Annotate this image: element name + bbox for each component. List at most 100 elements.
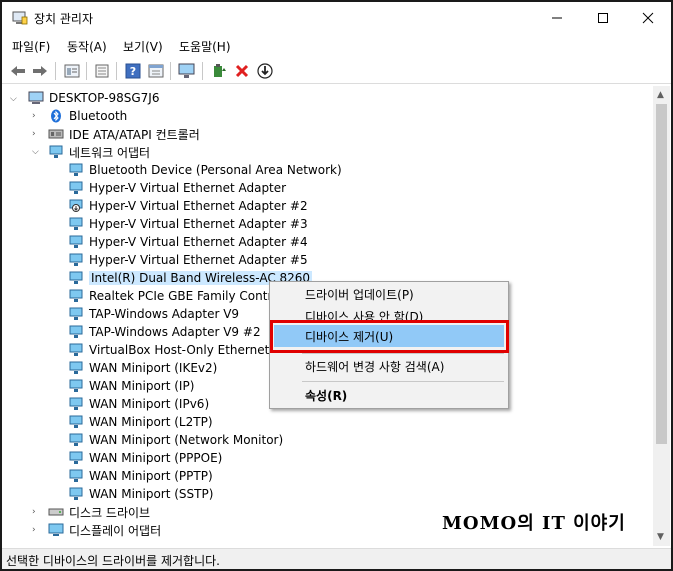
tree-item-adapter[interactable]: WAN Miniport (IPv6) (68, 395, 209, 413)
svg-text:?: ? (130, 65, 136, 78)
tree-item-adapter[interactable]: Bluetooth Device (Personal Area Network) (68, 161, 342, 179)
tree-item-adapter[interactable]: WAN Miniport (SSTP) (68, 485, 213, 503)
network-adapter-icon (69, 343, 83, 356)
menu-item-update-driver[interactable]: 드라이버 업데이트(P) (274, 283, 504, 305)
maximize-button[interactable] (580, 2, 626, 34)
minimize-icon (552, 17, 562, 19)
close-button[interactable] (625, 2, 671, 34)
tree-category-disk-drives[interactable]: 디스크 드라이브 (48, 503, 150, 521)
details-button[interactable] (92, 61, 112, 81)
menu-view[interactable]: 보기(V) (123, 38, 163, 55)
network-adapter-icon (69, 325, 83, 338)
bluetooth-icon (51, 109, 61, 123)
title-bar[interactable]: 장치 관리자 (2, 2, 671, 34)
toolbar-separator (86, 62, 87, 80)
tree-item-adapter[interactable]: VirtualBox Host-Only Ethernet Ad (68, 341, 289, 359)
tree-item-adapter[interactable]: Hyper-V Virtual Ethernet Adapter #5 (68, 251, 308, 269)
toolbar: ? (2, 58, 671, 84)
tree-item-adapter[interactable]: Hyper-V Virtual Ethernet Adapter #3 (68, 215, 308, 233)
menu-action[interactable]: 동작(A) (67, 38, 107, 55)
monitor-icon (178, 63, 195, 78)
tree-root[interactable]: DESKTOP-98SG7J6 (28, 89, 159, 107)
menu-item-properties[interactable]: 속성(R) (274, 384, 504, 406)
view-button[interactable] (146, 61, 166, 81)
network-adapter-icon (69, 181, 83, 194)
tree-item-adapter[interactable]: Hyper-V Virtual Ethernet Adapter #2 (68, 197, 308, 215)
window-title: 장치 관리자 (34, 12, 94, 26)
view-icon (148, 64, 164, 78)
network-adapter-icon (69, 163, 83, 176)
menu-separator (302, 381, 504, 382)
computer-icon (28, 91, 44, 104)
details-icon (95, 64, 109, 78)
network-adapter-icon (69, 433, 83, 446)
uninstall-icon (235, 64, 249, 78)
download-icon (257, 63, 273, 79)
update-driver-icon (214, 64, 226, 77)
device-manager-window: 장치 관리자 파일(F) 동작(A) 보기(V) 도움말(H) ? ⌵ DESK… (0, 0, 673, 571)
tree-item-adapter[interactable]: Hyper-V Virtual Ethernet Adapter (68, 179, 286, 197)
tree-item-adapter[interactable]: WAN Miniport (PPTP) (68, 467, 213, 485)
status-text: 선택한 디바이스의 드라이버를 제거합니다. (6, 554, 220, 568)
tree-category-ide[interactable]: IDE ATA/ATAPI 컨트롤러 (48, 125, 200, 143)
network-adapter-icon (69, 469, 83, 482)
network-adapter-icon (69, 307, 83, 320)
network-adapter-icon (69, 271, 83, 284)
display-adapter-icon (48, 523, 64, 536)
scroll-down-icon[interactable]: ▼ (657, 532, 664, 542)
tree-category-display-adapters[interactable]: 디스플레이 어댑터 (48, 521, 161, 539)
help-button[interactable]: ? (123, 61, 143, 81)
network-adapter-icon (69, 487, 83, 500)
uninstall-button[interactable] (232, 61, 252, 81)
toolbar-separator (116, 62, 117, 80)
status-bar: 선택한 디바이스의 드라이버를 제거합니다. (2, 548, 671, 569)
network-adapter-icon (69, 217, 83, 230)
network-adapter-icon (69, 361, 83, 374)
scrollbar-thumb[interactable] (656, 104, 667, 444)
tree-item-adapter[interactable]: Realtek PCIe GBE Family Controlle (68, 287, 294, 305)
collapse-chevron-icon[interactable]: ⌵ (32, 147, 42, 157)
rollback-button[interactable] (255, 61, 275, 81)
menu-item-scan-hardware[interactable]: 하드웨어 변경 사항 검색(A) (274, 355, 504, 377)
forward-button[interactable] (30, 61, 50, 81)
watermark: MOMO의 IT 이야기 (442, 513, 626, 534)
forward-icon (33, 66, 47, 76)
maximize-icon (598, 13, 608, 23)
tree-category-bluetooth[interactable]: Bluetooth (48, 107, 127, 125)
minimize-button[interactable] (534, 2, 580, 34)
scroll-up-icon[interactable]: ▲ (657, 90, 664, 100)
network-adapter-icon (69, 415, 83, 428)
properties-button[interactable] (62, 61, 82, 81)
collapse-chevron-icon[interactable]: ⌵ (10, 94, 20, 104)
back-icon (11, 66, 25, 76)
update-driver-button[interactable] (209, 61, 229, 81)
network-adapter-icon (69, 235, 83, 248)
tree-item-adapter[interactable]: TAP-Windows Adapter V9 #2 (68, 323, 261, 341)
expand-chevron-icon[interactable]: › (32, 507, 42, 517)
tree-item-adapter[interactable]: WAN Miniport (IP) (68, 377, 194, 395)
network-adapter-icon (69, 253, 83, 266)
network-adapter-icon (69, 397, 83, 410)
tree-item-adapter[interactable]: WAN Miniport (IKEv2) (68, 359, 217, 377)
disk-drive-icon (48, 508, 64, 516)
network-adapter-icon (69, 289, 83, 302)
expand-chevron-icon[interactable]: › (32, 525, 42, 535)
tree-category-network-adapters[interactable]: 네트워크 어댑터 (48, 143, 150, 161)
scan-hardware-button[interactable] (177, 61, 197, 81)
tree-item-adapter[interactable]: WAN Miniport (Network Monitor) (68, 431, 283, 449)
expand-chevron-icon[interactable]: › (32, 111, 42, 121)
back-button[interactable] (8, 61, 28, 81)
expand-chevron-icon[interactable]: › (32, 129, 42, 139)
disabled-network-adapter-icon (69, 199, 83, 212)
menu-help[interactable]: 도움말(H) (179, 38, 231, 55)
tree-item-adapter[interactable]: Hyper-V Virtual Ethernet Adapter #4 (68, 233, 308, 251)
vertical-scrollbar[interactable]: ▲ ▼ (653, 86, 670, 546)
menu-file[interactable]: 파일(F) (12, 38, 50, 55)
network-adapter-icon (49, 145, 63, 158)
tree-item-adapter[interactable]: WAN Miniport (PPPOE) (68, 449, 222, 467)
close-icon (642, 12, 654, 24)
tree-item-adapter[interactable]: WAN Miniport (L2TP) (68, 413, 213, 431)
ide-controller-icon (48, 129, 64, 139)
network-adapter-icon (69, 451, 83, 464)
tree-item-adapter[interactable]: TAP-Windows Adapter V9 (68, 305, 239, 323)
